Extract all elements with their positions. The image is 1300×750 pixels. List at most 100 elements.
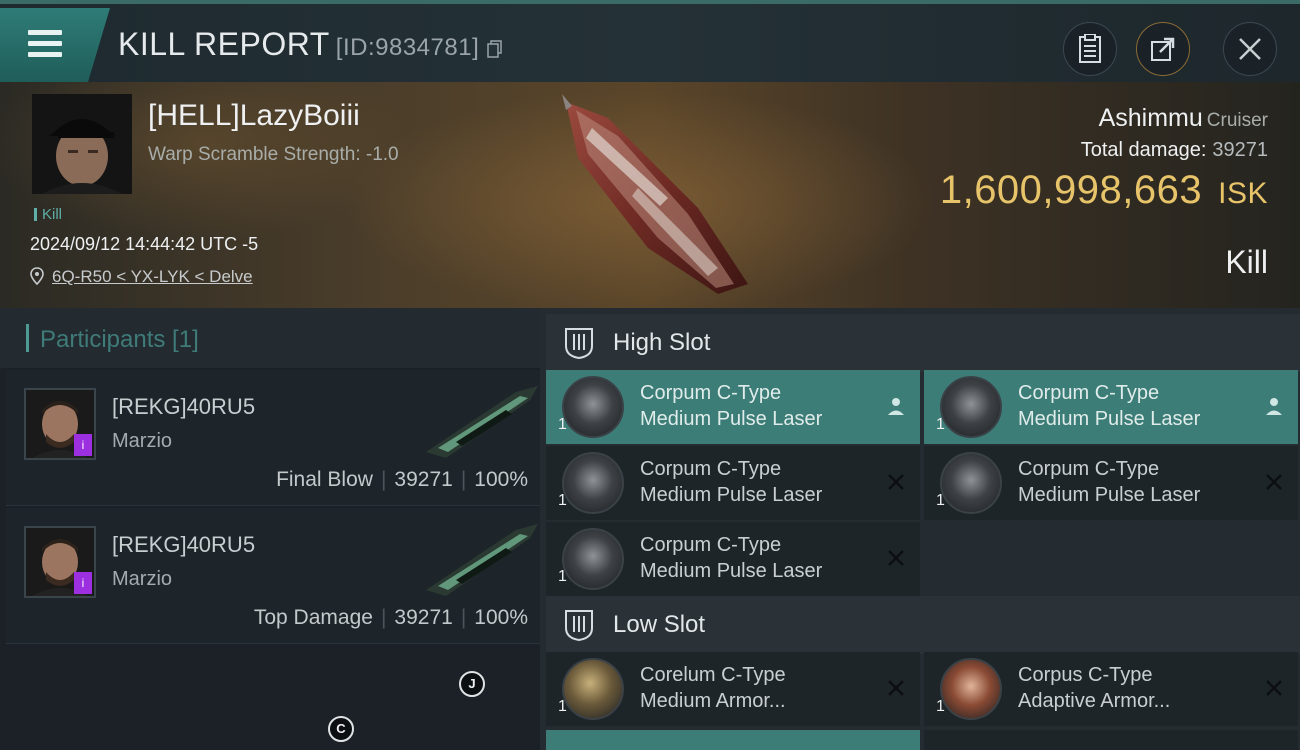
module-name-line1: Corpum C-Type [1018, 382, 1160, 404]
report-id: [ID:9834781] [335, 34, 480, 61]
low-slot-title: Low Slot [613, 611, 706, 638]
destroyed-x-icon [888, 680, 904, 696]
stat-divider: | [460, 468, 467, 491]
participant-damage: 39271 [394, 468, 453, 491]
participants-panel: Participants [1] i [REKG]40RU5 Marzio Fi… [0, 308, 540, 750]
destroyed-x-icon [1266, 680, 1282, 696]
pulse-laser-icon [562, 528, 624, 590]
pulse-laser-icon [562, 376, 624, 438]
location-pin-icon [30, 267, 44, 285]
close-button[interactable] [1223, 22, 1277, 76]
overlay-mark-j: J [459, 671, 485, 697]
participant-avatar[interactable]: i [24, 526, 96, 598]
module-name-line1: Corpus C-Type [1018, 664, 1153, 686]
participant-name[interactable]: [REKG]40RU5 [112, 532, 255, 558]
module-item-partial[interactable] [546, 730, 920, 750]
victim-ship-image[interactable] [548, 88, 758, 300]
top-bar: KILL REPORT [ID:9834781] [0, 0, 1300, 82]
module-name-line2: Medium Armor... [640, 690, 786, 712]
total-damage-label: Total damage: [1080, 139, 1207, 161]
pulse-laser-icon [562, 452, 624, 514]
high-slot-title: High Slot [613, 329, 711, 356]
participant-stats: Final Blow | 39271 | 100% [276, 468, 528, 492]
participant-badge: i [74, 572, 92, 594]
armor-repairer-icon [562, 658, 624, 720]
participant-avatar[interactable]: i [24, 388, 96, 460]
module-name-line1: Corpum C-Type [640, 458, 782, 480]
module-name-line2: Medium Pulse Laser [1018, 484, 1201, 506]
participant-role: Final Blow [276, 468, 373, 491]
module-name-line2: Medium Pulse Laser [1018, 408, 1201, 430]
victim-name[interactable]: [HELL]LazyBoiii [148, 99, 360, 133]
module-quantity: 1 [558, 568, 567, 585]
clipboard-button[interactable] [1063, 22, 1117, 76]
participant-ship-image[interactable] [416, 520, 541, 600]
module-item[interactable]: 1 Corelum C-Type Medium Armor... [546, 652, 920, 726]
high-slot-header: High Slot [546, 314, 1300, 372]
module-name-line1: Corelum C-Type [640, 664, 786, 686]
participant-card[interactable]: i [REKG]40RU5 Marzio Final Blow | 39271 | 10… [6, 370, 540, 506]
destroyed-x-icon [1266, 474, 1282, 490]
module-item[interactable]: 1 Corpum C-Type Medium Pulse Laser [546, 446, 920, 520]
isk-currency: ISK [1218, 177, 1268, 210]
participant-card[interactable]: i [REKG]40RU5 Marzio Top Damage | 39271 | 10… [6, 508, 540, 644]
menu-button[interactable] [0, 8, 110, 82]
participant-corp: Marzio [112, 430, 173, 452]
copy-icon[interactable] [487, 40, 503, 58]
kill-banner: [HELL]LazyBoiii Warp Scramble Strength: … [0, 82, 1300, 308]
participant-percent: 100% [474, 606, 528, 629]
module-name-line2: Adaptive Armor... [1018, 690, 1171, 712]
share-icon [1151, 37, 1175, 61]
pulse-laser-icon [940, 376, 1002, 438]
victim-subtitle: Warp Scramble Strength: -1.0 [148, 144, 399, 165]
module-quantity: 1 [936, 492, 945, 509]
module-quantity: 1 [558, 416, 567, 433]
participant-corp: Marzio [112, 568, 173, 590]
participant-stats: Top Damage | 39271 | 100% [254, 606, 528, 630]
location-text: 6Q-R50 < YX-LYK < Delve [52, 267, 253, 286]
isk-value: 1,600,998,663 [939, 168, 1203, 212]
module-item[interactable]: 1 Corpum C-Type Medium Pulse Laser [924, 370, 1298, 444]
module-name-line2: Medium Pulse Laser [640, 560, 823, 582]
victim-avatar[interactable] [32, 94, 132, 194]
kill-location-link[interactable]: 6Q-R50 < YX-LYK < Delve [30, 267, 253, 287]
adaptive-armor-icon [940, 658, 1002, 720]
participant-name[interactable]: [REKG]40RU5 [112, 394, 255, 420]
participant-role: Top Damage [253, 606, 373, 629]
overlay-mark-c: C [328, 716, 354, 742]
module-name-line1: Corpum C-Type [1018, 458, 1160, 480]
kill-tag: Kill [34, 206, 62, 223]
module-name-line1: Corpum C-Type [640, 534, 782, 556]
page-title-text: KILL REPORT [118, 26, 330, 62]
participant-percent: 100% [474, 468, 528, 491]
low-slot-icon [565, 610, 593, 642]
victim-portrait-icon [32, 94, 132, 194]
share-button[interactable] [1136, 22, 1190, 76]
header-accent-bar [26, 324, 29, 352]
module-item[interactable]: 1 Corpus C-Type Adaptive Armor... [924, 652, 1298, 726]
victim-ship-info: Ashimmu Cruiser Total damage: 39271 1,600,… [940, 104, 1268, 213]
high-slot-icon [565, 328, 593, 360]
module-item[interactable]: 1 Corpum C-Type Medium Pulse Laser [546, 522, 920, 596]
low-slot-header: Low Slot [546, 596, 1300, 654]
close-icon [1239, 38, 1261, 60]
victim-ship-class: Cruiser [1206, 110, 1268, 131]
stat-divider: | [460, 606, 467, 629]
kill-datetime: 2024/09/12 14:44:42 UTC -5 [30, 234, 259, 254]
hamburger-icon [28, 30, 62, 63]
result-label: Kill [1225, 244, 1268, 280]
fitting-panel: High Slot 1 Corpum C-Type Medium Pulse L… [540, 308, 1300, 750]
module-name-line1: Corpum C-Type [640, 382, 782, 404]
module-item-partial[interactable] [924, 730, 1298, 750]
module-item[interactable]: 1 Corpum C-Type Medium Pulse Laser [924, 446, 1298, 520]
module-name-line2: Medium Pulse Laser [640, 408, 823, 430]
module-quantity: 1 [558, 492, 567, 509]
clipboard-icon [1079, 34, 1101, 63]
module-item[interactable]: 1 Corpum C-Type Medium Pulse Laser [546, 370, 920, 444]
victim-ship-name[interactable]: Ashimmu [1099, 104, 1203, 132]
participant-ship-image[interactable] [416, 382, 541, 462]
module-name-line2: Medium Pulse Laser [640, 484, 823, 506]
participants-header: Participants [1] [0, 308, 540, 368]
participant-badge: i [74, 434, 92, 456]
participants-title: Participants [1] [40, 326, 199, 353]
